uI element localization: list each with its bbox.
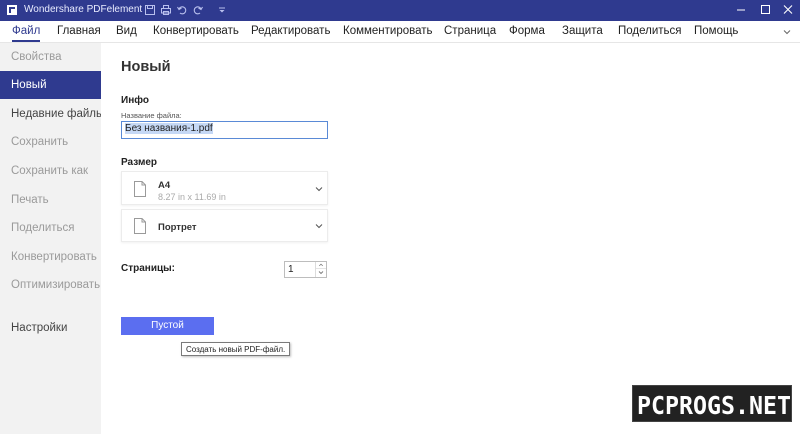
save-icon[interactable] — [144, 4, 156, 16]
decrement-icon[interactable] — [316, 269, 326, 276]
menu-protect[interactable]: Защита — [562, 25, 603, 37]
chevron-down-icon — [315, 224, 323, 229]
menu-home[interactable]: Главная — [57, 25, 101, 37]
info-section-heading: Инфо — [121, 95, 149, 106]
menu-form[interactable]: Форма — [509, 25, 545, 37]
window-title: Wondershare PDFelement — [24, 4, 143, 15]
pages-value: 1 — [288, 264, 294, 275]
watermark-badge: PCPROGS.NET — [632, 385, 792, 422]
sidebar-item-save-as[interactable]: Сохранить как — [0, 157, 101, 185]
title-bar: Wondershare PDFelement — [0, 0, 800, 21]
document-icon — [134, 181, 146, 197]
sidebar-item-properties[interactable]: Свойства — [0, 43, 101, 71]
chevron-down-icon — [315, 187, 323, 192]
close-icon[interactable] — [779, 2, 797, 18]
size-section-heading: Размер — [121, 157, 158, 168]
sidebar-item-new[interactable]: Новый — [0, 71, 101, 99]
menu-edit[interactable]: Редактировать — [251, 25, 330, 37]
document-icon — [134, 218, 146, 234]
increment-icon[interactable] — [316, 262, 326, 269]
sidebar-item-save[interactable]: Сохранить — [0, 128, 101, 156]
print-icon[interactable] — [160, 4, 172, 16]
sidebar-item-optimize[interactable]: Оптимизировать — [0, 271, 101, 299]
menu-bar: Файл Главная Вид Конвертировать Редактир… — [0, 21, 800, 43]
filename-input[interactable]: Без названия-1.pdf — [121, 121, 328, 139]
sidebar-item-recent-files[interactable]: Недавние файлы — [0, 100, 104, 128]
sidebar-item-settings[interactable]: Настройки — [0, 314, 101, 342]
menu-share[interactable]: Поделиться — [618, 25, 682, 37]
pages-label: Страницы: — [121, 263, 175, 274]
app-logo-icon — [7, 5, 17, 15]
new-document-panel: Новый Инфо Название файла: Без названия-… — [101, 43, 800, 434]
paper-size-dimensions: 8.27 in x 11.69 in — [158, 192, 226, 202]
maximize-icon[interactable] — [756, 2, 774, 18]
sidebar-item-convert[interactable]: Конвертировать — [0, 243, 101, 271]
menu-view[interactable]: Вид — [116, 25, 137, 37]
menu-convert[interactable]: Конвертировать — [153, 25, 239, 37]
page-title: Новый — [121, 59, 171, 75]
tooltip: Создать новый PDF-файл. — [181, 342, 291, 356]
sidebar-item-print[interactable]: Печать — [0, 186, 101, 214]
menu-file[interactable]: Файл — [12, 25, 41, 42]
undo-icon[interactable] — [176, 4, 188, 16]
customize-icon[interactable] — [216, 4, 228, 16]
menu-comment[interactable]: Комментировать — [343, 25, 433, 37]
redo-icon[interactable] — [192, 4, 204, 16]
menu-help[interactable]: Помощь — [694, 25, 738, 37]
minimize-icon[interactable] — [732, 2, 750, 18]
pages-stepper[interactable]: 1 — [284, 261, 327, 278]
watermark-text: PCPROGS.NET — [637, 391, 791, 420]
paper-size-dropdown[interactable]: A4 8.27 in x 11.69 in — [121, 171, 328, 205]
filename-label: Название файла: — [121, 111, 182, 120]
filename-value: Без названия-1.pdf — [125, 123, 213, 134]
collapse-ribbon-icon[interactable] — [782, 27, 792, 37]
create-blank-button[interactable]: Пустой — [121, 317, 214, 335]
file-sidebar: Свойства Новый Недавние файлы Сохранить … — [0, 43, 104, 434]
menu-page[interactable]: Страница — [444, 25, 496, 37]
stepper-buttons — [315, 262, 326, 277]
paper-size-name: A4 — [158, 180, 171, 191]
sidebar-item-share[interactable]: Поделиться — [0, 214, 101, 242]
orientation-dropdown[interactable]: Портрет — [121, 209, 328, 242]
orientation-value: Портрет — [158, 222, 197, 233]
